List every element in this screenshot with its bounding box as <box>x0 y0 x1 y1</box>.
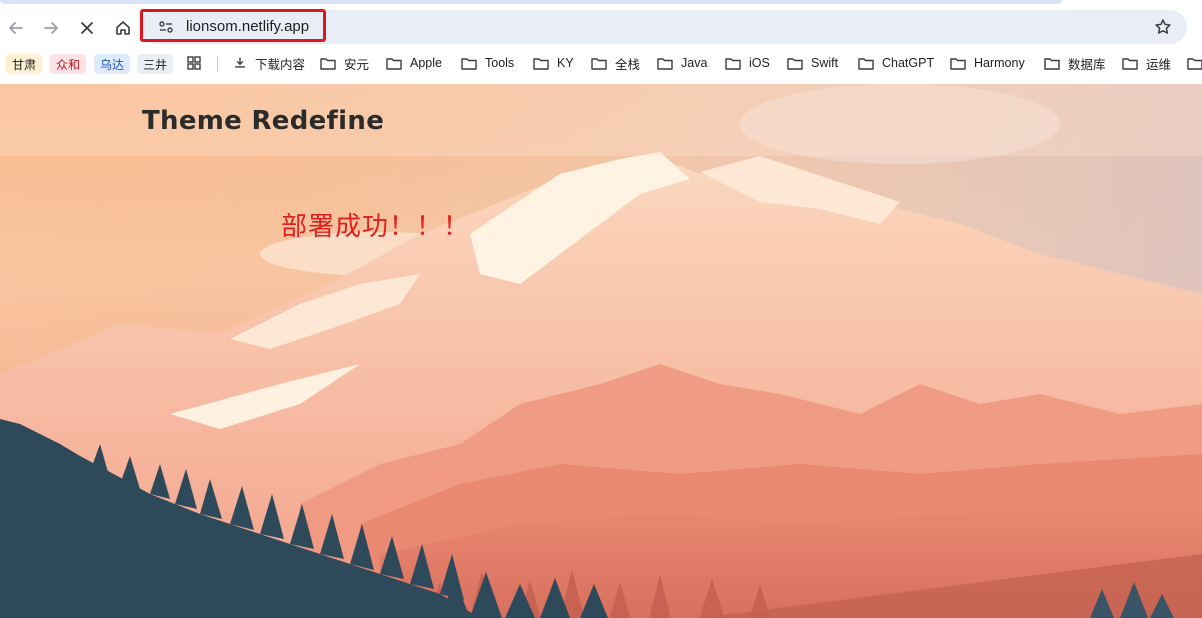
deploy-success-message: 部署成功！！！ <box>281 212 471 242</box>
bookmark-label: Swift <box>811 56 839 70</box>
folder-icon <box>1044 57 1060 70</box>
mountain-landscape-background <box>0 84 1202 618</box>
apps-grid-button[interactable] <box>186 52 202 74</box>
folder-icon <box>461 57 477 70</box>
site-header: Theme Redefine <box>0 84 1202 156</box>
bookmark-pill[interactable]: 三井 <box>137 54 174 74</box>
bookmark-folder[interactable]: Tools <box>461 52 514 74</box>
bookmarks-divider <box>217 56 218 72</box>
folder-icon <box>950 57 966 70</box>
bookmark-label: Java <box>681 56 708 70</box>
bookmark-folder[interactable]: Harmony <box>950 52 1025 74</box>
folder-icon <box>320 57 336 70</box>
bookmark-label: Tools <box>485 56 515 70</box>
apps-grid-icon <box>187 56 201 70</box>
bookmark-folder[interactable]: ChatGPT <box>858 52 934 74</box>
site-info-icon[interactable] <box>156 17 176 37</box>
bookmark-folder[interactable]: 运维 <box>1122 52 1171 74</box>
folder-icon <box>1187 57 1202 70</box>
bookmark-label: 全栈 <box>615 57 641 72</box>
bookmark-label: 甘肃 <box>12 57 37 72</box>
bookmark-label: 安元 <box>344 57 370 72</box>
home-button[interactable] <box>107 12 139 44</box>
bookmark-pill[interactable]: 甘肃 <box>6 54 43 74</box>
tab-strip-edge <box>0 0 1062 4</box>
forward-button[interactable] <box>35 12 67 44</box>
bookmark-label: 运维 <box>1146 57 1172 72</box>
bookmark-folder[interactable]: 数据库 <box>1044 52 1106 74</box>
bookmark-label: ChatGPT <box>882 56 935 70</box>
bookmark-label: iOS <box>749 56 770 70</box>
home-icon <box>116 21 130 35</box>
close-icon <box>81 22 93 34</box>
folder-icon <box>858 57 874 70</box>
bookmark-label: Apple <box>410 56 442 70</box>
bookmark-pill[interactable]: 众和 <box>50 54 87 74</box>
bookmark-star-icon[interactable] <box>1150 14 1176 40</box>
bookmark-label: 下载内容 <box>255 57 306 72</box>
browser-chrome: lionsom.netlify.app 甘肃 众和 乌达 三井 下载内容 安元 … <box>0 0 1202 84</box>
bookmarks-bar: 甘肃 众和 乌达 三井 下载内容 安元 Apple Tools KY 全栈 Ja… <box>0 52 1202 76</box>
bookmark-pill[interactable]: 乌达 <box>94 54 131 74</box>
bookmark-item[interactable]: 下载内容 <box>233 52 305 74</box>
folder-icon <box>1122 57 1138 70</box>
bookmark-folder[interactable]: Swift <box>787 52 838 74</box>
bookmark-label: KY <box>557 56 574 70</box>
forward-arrow-icon <box>44 22 58 34</box>
bookmark-folder[interactable]: Apple <box>386 52 442 74</box>
stop-loading-button[interactable] <box>71 12 103 44</box>
download-icon <box>234 57 246 68</box>
bookmark-label: 三井 <box>143 57 168 72</box>
web-page: Theme Redefine 部署成功！！！ <box>0 84 1202 618</box>
bookmark-label: 数据库 <box>1068 57 1106 72</box>
bookmark-label: 乌达 <box>100 57 125 72</box>
bookmark-folder-overflow[interactable] <box>1187 52 1202 74</box>
site-title[interactable]: Theme Redefine <box>142 106 384 136</box>
folder-icon <box>533 57 549 70</box>
bookmark-folder[interactable]: 安元 <box>320 52 369 74</box>
folder-icon <box>386 57 402 70</box>
folder-icon <box>787 57 803 70</box>
url-text[interactable]: lionsom.netlify.app <box>186 18 309 35</box>
bookmark-label: 众和 <box>56 57 81 72</box>
bookmark-folder[interactable]: Java <box>657 52 707 74</box>
back-button[interactable] <box>0 12 32 44</box>
bookmark-folder[interactable]: iOS <box>725 52 770 74</box>
folder-icon <box>657 57 673 70</box>
browser-toolbar: lionsom.netlify.app <box>0 8 1202 48</box>
back-arrow-icon <box>9 22 23 34</box>
bookmark-label: Harmony <box>974 56 1025 70</box>
folder-icon <box>591 57 607 70</box>
bookmark-folder[interactable]: KY <box>533 52 574 74</box>
bookmark-folder[interactable]: 全栈 <box>591 52 640 74</box>
folder-icon <box>725 57 741 70</box>
